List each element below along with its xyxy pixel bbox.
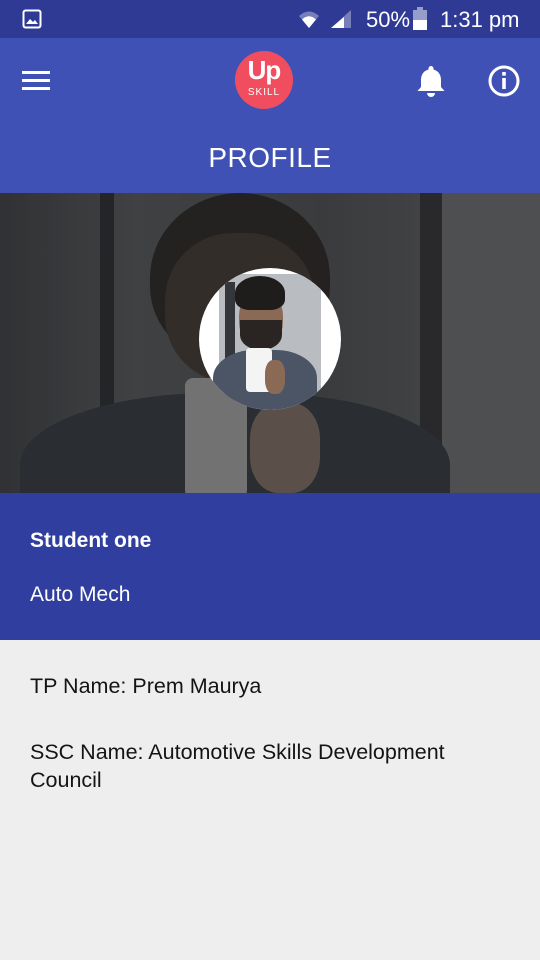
ssc-name: SSC Name: Automotive Skills Development … [30, 740, 445, 792]
page-title: PROFILE [208, 142, 332, 173]
logo-subtext: SKILL [247, 87, 281, 98]
status-bar: 50% 1:31 pm [0, 0, 540, 38]
signal-icon [331, 10, 351, 28]
profile-details: TP Name: Prem Maurya SSC Name: Automotiv… [0, 640, 540, 960]
logo-text: Up [247, 55, 282, 85]
app-bar: Up SKILL PROFILE [0, 38, 540, 193]
student-info-panel: Student one Auto Mech [0, 493, 540, 640]
tp-name: TP Name: Prem Maurya [30, 674, 262, 698]
upskill-logo: Up SKILL [235, 51, 293, 109]
clock: 1:31 pm [440, 7, 520, 32]
student-trade: Auto Mech [30, 583, 131, 606]
student-name: Student one [30, 529, 152, 552]
battery-percent: 50% [366, 7, 411, 32]
info-icon[interactable] [486, 63, 522, 99]
menu-icon[interactable] [18, 62, 54, 98]
avatar[interactable] [199, 268, 341, 410]
bell-icon[interactable] [414, 63, 448, 99]
profile-screen: 50% 1:31 pm Up SKILL PROFILE Student one… [0, 0, 540, 960]
wifi-icon [299, 11, 319, 28]
battery-icon [413, 7, 427, 30]
gallery-icon [22, 9, 42, 29]
